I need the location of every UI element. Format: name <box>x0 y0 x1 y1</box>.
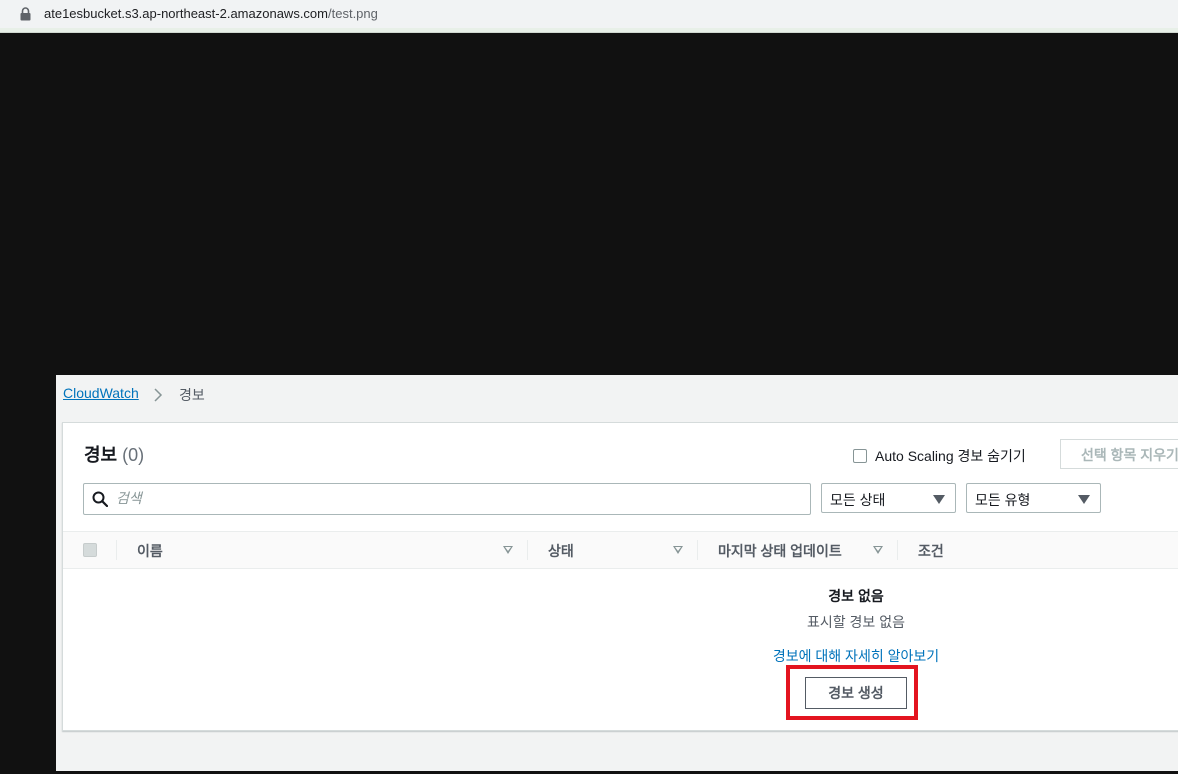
search-box <box>83 483 811 515</box>
lock-icon <box>20 7 31 21</box>
sort-icon[interactable] <box>503 546 513 554</box>
sort-icon[interactable] <box>873 546 883 554</box>
url-text: ate1esbucket.s3.ap-northeast-2.amazonaws… <box>44 6 378 21</box>
clear-selection-button[interactable]: 선택 항목 지우기 <box>1060 439 1178 469</box>
caret-down-icon <box>1078 495 1090 504</box>
hide-auto-scaling-checkbox[interactable] <box>853 449 867 463</box>
column-header-status[interactable]: 상태 <box>548 541 574 561</box>
column-header-last-update[interactable]: 마지막 상태 업데이트 <box>718 541 842 561</box>
sort-icon[interactable] <box>673 546 683 554</box>
table-header: 이름 상태 마지막 상태 업데이트 조건 <box>63 531 1178 569</box>
empty-state-subtitle: 표시할 경보 없음 <box>807 614 905 630</box>
url-host: ate1esbucket.s3.ap-northeast-2.amazonaws… <box>44 6 328 21</box>
column-header-name[interactable]: 이름 <box>137 541 163 561</box>
search-icon <box>92 491 108 507</box>
column-divider <box>527 540 528 560</box>
breadcrumb-cloudwatch-link[interactable]: CloudWatch <box>63 385 139 401</box>
column-header-conditions[interactable]: 조건 <box>918 541 944 561</box>
url-field[interactable]: ate1esbucket.s3.ap-northeast-2.amazonaws… <box>0 0 1178 28</box>
type-filter-select[interactable]: 모든 유형 <box>966 483 1101 513</box>
hide-auto-scaling-label[interactable]: Auto Scaling 경보 숨기기 <box>875 446 1026 466</box>
type-filter-value: 모든 유형 <box>975 492 1031 508</box>
column-divider <box>116 540 117 560</box>
learn-more-link[interactable]: 경보에 대해 자세히 알아보기 <box>773 646 939 666</box>
status-filter-select[interactable]: 모든 상태 <box>821 483 956 513</box>
cloudwatch-console: CloudWatch 경보 경보 (0) Auto Scaling 경보 숨기기… <box>56 375 1178 771</box>
page-title: 경보 (0) <box>84 441 144 467</box>
url-path: /test.png <box>328 6 378 21</box>
column-divider <box>897 540 898 560</box>
empty-state-title: 경보 없음 <box>828 588 884 604</box>
browser-address-bar: ate1esbucket.s3.ap-northeast-2.amazonaws… <box>0 0 1178 33</box>
select-all-checkbox[interactable] <box>83 543 97 557</box>
breadcrumb-current: 경보 <box>179 387 205 403</box>
search-input[interactable] <box>116 484 796 512</box>
column-divider <box>697 540 698 560</box>
caret-down-icon <box>933 495 945 504</box>
breadcrumb: CloudWatch 경보 <box>63 385 205 403</box>
alarm-count: (0) <box>122 445 145 465</box>
status-filter-value: 모든 상태 <box>830 492 886 508</box>
page-title-text: 경보 <box>84 445 118 465</box>
alarms-panel: 경보 (0) Auto Scaling 경보 숨기기 선택 항목 지우기 모든 … <box>62 422 1178 731</box>
chevron-right-icon <box>154 388 163 402</box>
create-alarm-button[interactable]: 경보 생성 <box>805 677 907 709</box>
